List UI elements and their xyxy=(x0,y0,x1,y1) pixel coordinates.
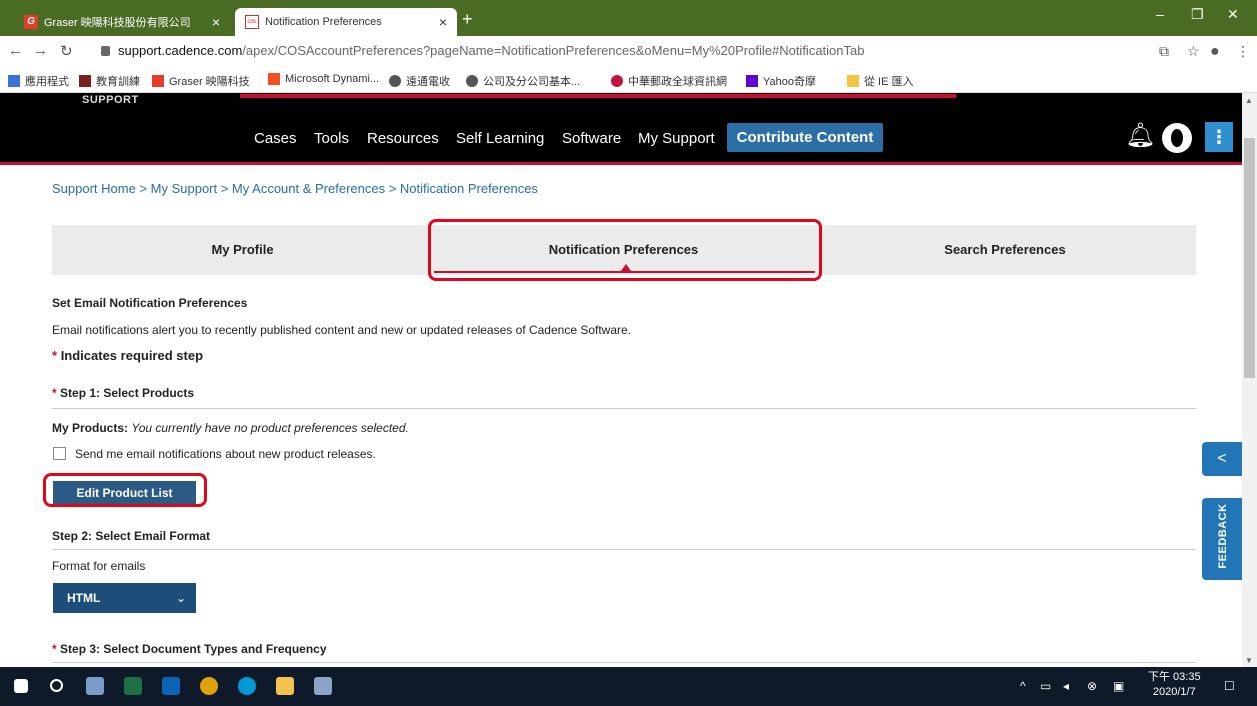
menu-icon[interactable]: ⋮ xyxy=(1236,43,1250,60)
taskbar: ^ ▭ ◂ ⊗ ▣ 下午 03:35 2020/1/7 ☐ xyxy=(0,667,1257,706)
app-icon[interactable] xyxy=(86,677,104,695)
address-bar: ← → ↻ support.cadence.com/apex/COSAccoun… xyxy=(0,36,1257,66)
new-tab-icon[interactable]: + xyxy=(462,9,473,30)
my-products: My Products: You currently have no produ… xyxy=(52,421,409,435)
scroll-up-icon[interactable]: ▲ xyxy=(1245,96,1253,105)
bookmark-ie[interactable]: 從 IE 匯入 xyxy=(847,73,914,89)
notifications-icon[interactable]: ☐ xyxy=(1224,679,1235,693)
tab-my-profile[interactable]: My Profile xyxy=(52,225,433,275)
post-icon xyxy=(611,75,623,87)
microsoft-icon xyxy=(268,73,280,85)
scroll-down-icon[interactable]: ▼ xyxy=(1245,656,1253,665)
reload-icon[interactable]: ↻ xyxy=(60,42,73,60)
nav-software[interactable]: Software xyxy=(562,130,621,147)
bookmark-training[interactable]: 教育訓練 xyxy=(79,73,140,89)
nav-resources[interactable]: Resources xyxy=(367,130,439,147)
bookmark-graser[interactable]: Graser 映陽科技 xyxy=(152,73,250,89)
yahoo-icon xyxy=(746,75,758,87)
star-icon[interactable]: ☆ xyxy=(1187,43,1200,60)
contribute-content-button[interactable]: Contribute Content xyxy=(727,123,883,152)
annotation-bar xyxy=(240,94,956,98)
volume-icon[interactable]: ◂ xyxy=(1063,679,1069,693)
network-icon[interactable]: ▭ xyxy=(1040,679,1051,693)
close-tab-icon[interactable]: × xyxy=(212,14,220,30)
outlook-icon[interactable] xyxy=(162,677,180,695)
browser-tab-label: Notification Preferences xyxy=(265,16,382,28)
avatar-icon[interactable] xyxy=(1162,123,1192,153)
cadence-icon xyxy=(79,75,91,87)
highlight-box-tab xyxy=(428,219,822,281)
breadcrumb[interactable]: Support Home > My Support > My Account &… xyxy=(52,181,538,196)
required-note: * Indicates required step xyxy=(52,348,204,363)
site-header: SUPPORT Cases Tools Resources Self Learn… xyxy=(0,93,1242,165)
paint-icon[interactable] xyxy=(314,677,332,695)
step3-heading: * Step 3: Select Document Types and Freq… xyxy=(52,642,327,656)
checkbox-label[interactable]: Send me email notifications about new pr… xyxy=(75,447,376,461)
restore-icon[interactable]: ❐ xyxy=(1191,6,1204,23)
highlight-box-button xyxy=(43,473,207,507)
more-menu-icon[interactable]: ⋮ xyxy=(1205,122,1233,152)
tab-search-preferences[interactable]: Search Preferences xyxy=(814,225,1196,275)
chrome-icon[interactable] xyxy=(200,677,218,695)
nav-tools[interactable]: Tools xyxy=(314,130,349,147)
close-tab-icon[interactable]: × xyxy=(439,14,447,30)
format-label: Format for emails xyxy=(52,559,146,573)
section-description: Email notifications alert you to recentl… xyxy=(52,323,632,337)
ime-icon[interactable]: ▣ xyxy=(1113,679,1124,693)
profile-icon[interactable]: ● xyxy=(1210,43,1220,61)
graser-favicon-icon: G xyxy=(24,15,38,29)
skype-icon[interactable] xyxy=(238,677,256,695)
forward-icon[interactable]: → xyxy=(33,42,48,59)
close-window-icon[interactable]: ✕ xyxy=(1227,6,1239,23)
lock-icon xyxy=(101,46,110,56)
globe-icon xyxy=(466,75,478,87)
file-explorer-icon[interactable] xyxy=(276,677,294,695)
tray-chevron-icon[interactable]: ^ xyxy=(1020,679,1026,693)
new-release-checkbox[interactable] xyxy=(53,447,66,460)
bookmark-company[interactable]: 公司及分公司基本... xyxy=(466,73,580,89)
feedback-button[interactable]: FEEDBACK xyxy=(1202,498,1242,580)
graser-icon xyxy=(152,75,164,87)
brand-subtitle: SUPPORT xyxy=(82,94,139,106)
bookmark-etc[interactable]: 遠通電收 xyxy=(389,73,450,89)
folder-icon xyxy=(847,75,859,87)
browser-tab-graser[interactable]: G Graser 映陽科技股份有限公司 × xyxy=(14,8,230,36)
globe-icon xyxy=(389,75,401,87)
bookmark-post[interactable]: 中華郵政全球資訊網 xyxy=(611,73,727,89)
share-icon[interactable]: < xyxy=(1202,442,1242,476)
bookmark-apps[interactable]: 應用程式 xyxy=(8,73,69,89)
scrollbar-thumb[interactable] xyxy=(1244,138,1255,378)
windows-start-icon[interactable] xyxy=(14,679,28,693)
url-field[interactable]: support.cadence.com/apex/COSAccountPrefe… xyxy=(118,43,864,58)
bell-icon[interactable]: 🔔︎ xyxy=(1125,121,1155,150)
divider xyxy=(52,408,1196,409)
translate-icon[interactable]: ⧉ xyxy=(1159,43,1169,60)
email-format-select[interactable]: HTML ⌄ xyxy=(53,583,196,613)
apps-icon xyxy=(8,75,20,87)
status-icon[interactable]: ⊗ xyxy=(1087,679,1097,693)
divider xyxy=(52,549,1196,550)
excel-icon[interactable] xyxy=(124,677,142,695)
nav-my-support[interactable]: My Support xyxy=(638,130,715,147)
bookmark-yahoo[interactable]: Yahoo奇摩 xyxy=(746,73,816,89)
minimize-icon[interactable]: – xyxy=(1156,6,1164,22)
step1-heading: * Step 1: Select Products xyxy=(52,386,195,400)
bookmark-dynamics[interactable]: Microsoft Dynami... xyxy=(268,73,379,85)
nav-cases[interactable]: Cases xyxy=(254,130,297,147)
search-icon[interactable] xyxy=(50,679,63,692)
cadence-favicon-icon: cds xyxy=(245,15,259,29)
step2-heading: Step 2: Select Email Format xyxy=(52,529,211,543)
browser-tab-notification[interactable]: cds Notification Preferences × xyxy=(235,8,457,36)
browser-tab-label: Graser 映陽科技股份有限公司 xyxy=(44,17,191,29)
back-icon[interactable]: ← xyxy=(8,42,23,59)
section-heading: Set Email Notification Preferences xyxy=(52,296,248,310)
chevron-down-icon: ⌄ xyxy=(175,591,186,605)
browser-tab-strip: G Graser 映陽科技股份有限公司 × cds Notification P… xyxy=(0,0,1257,36)
clock[interactable]: 下午 03:35 2020/1/7 xyxy=(1148,670,1201,700)
bookmarks-bar: 應用程式 教育訓練 Graser 映陽科技 Microsoft Dynami..… xyxy=(0,66,1257,93)
nav-self-learning[interactable]: Self Learning xyxy=(456,130,544,147)
divider xyxy=(52,662,1196,663)
